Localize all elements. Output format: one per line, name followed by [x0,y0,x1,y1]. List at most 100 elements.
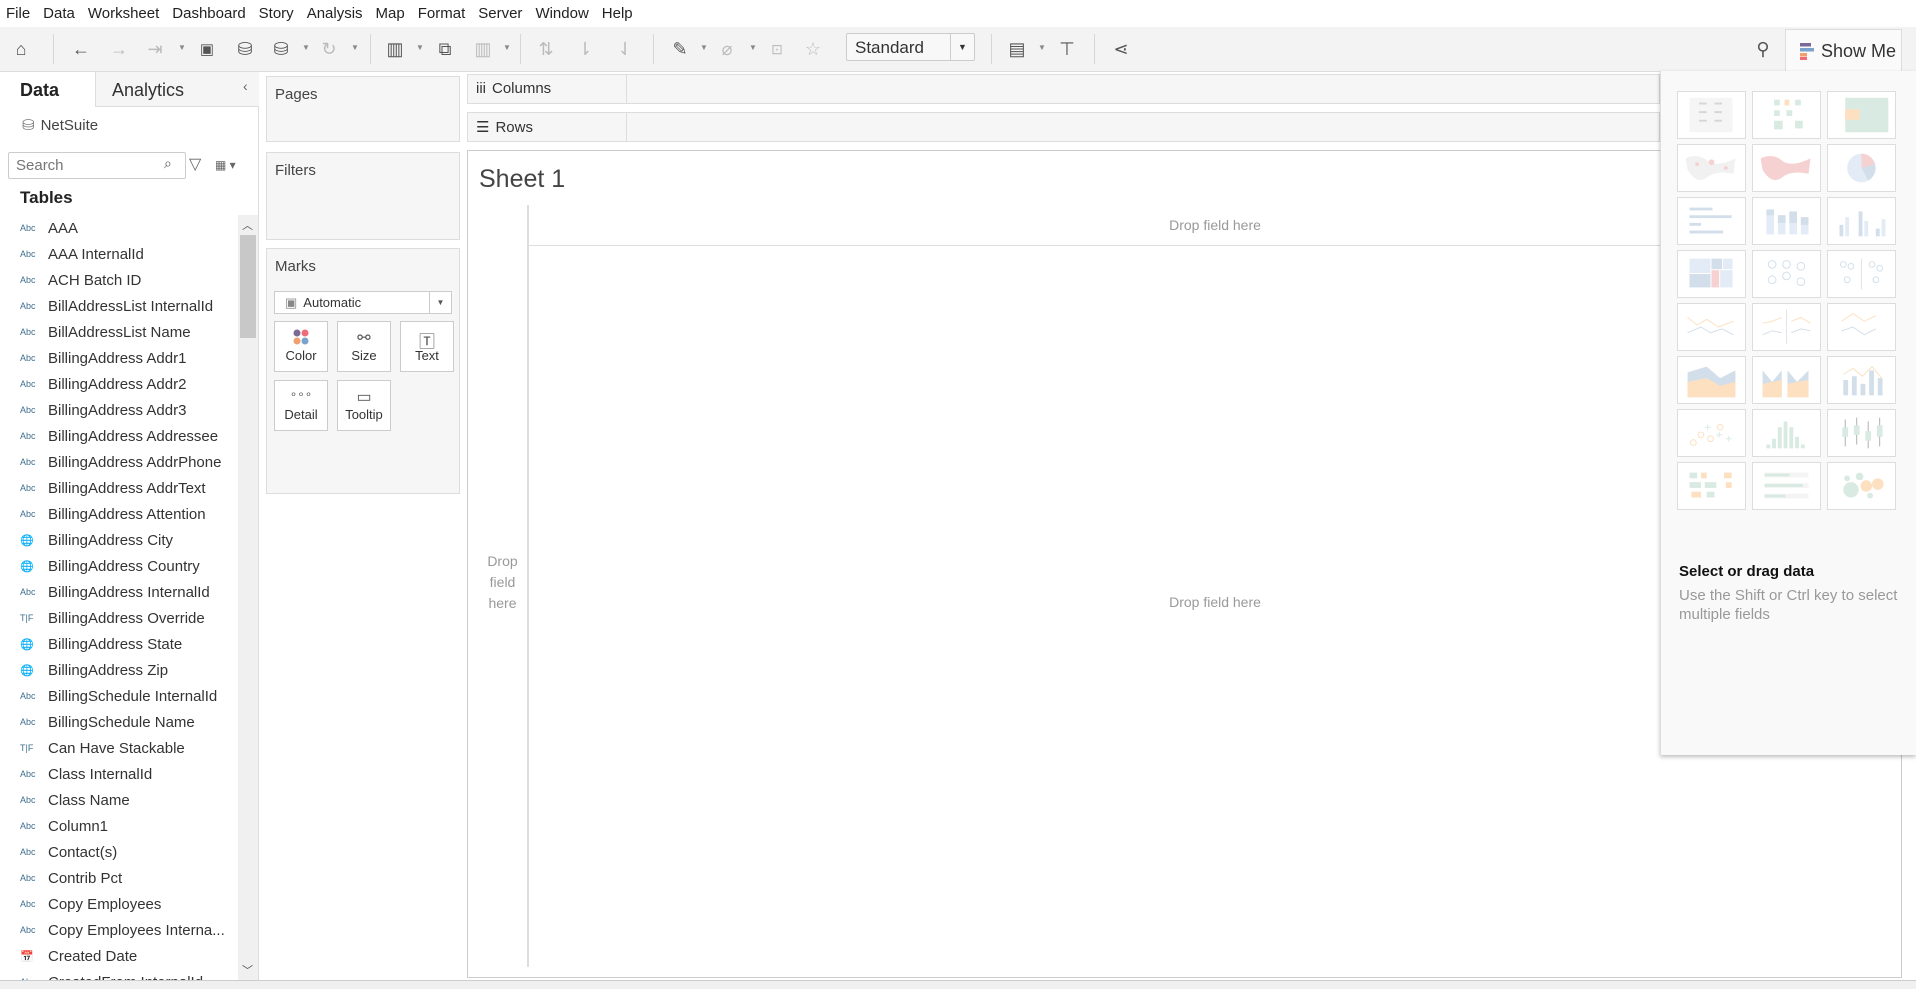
fix-axes-icon[interactable]: ☆ [800,35,826,63]
field-item[interactable]: 🌐BillingAddress State [0,631,238,657]
sort-ascending-icon[interactable]: ⇂ [572,35,598,63]
show-me-continuous-lines-icon[interactable] [1677,303,1746,351]
mark-type-select[interactable]: ▣Automatic▼ [274,291,452,314]
size-button[interactable]: ⚯Size [337,321,391,372]
field-item[interactable]: AbcAAA InternalId [0,241,238,267]
data-source[interactable]: ⛁NetSuite [22,116,98,134]
show-me-treemap-icon[interactable] [1677,250,1746,298]
rows-shelf[interactable]: ☰Rows [467,112,1660,142]
show-me-side-by-side-circles-icon[interactable] [1827,250,1896,298]
chevron-down-icon[interactable]: ▼ [429,292,451,313]
show-me-bullet-graph-icon[interactable] [1752,462,1821,510]
filters-card[interactable]: Filters [266,152,460,240]
show-me-highlight-table-icon[interactable] [1827,91,1896,139]
show-me-symbol-map-icon[interactable] [1677,144,1746,192]
rows-drop-zone[interactable]: Drop field here [478,205,528,967]
show-me-button[interactable]: Show Me [1785,29,1902,72]
field-item[interactable]: AbcBillingAddress AddrText [0,475,238,501]
chevron-down-icon[interactable]: ▼ [700,43,708,52]
redo-icon[interactable]: → [106,35,132,63]
menu-server[interactable]: Server [478,5,522,22]
menu-worksheet[interactable]: Worksheet [88,5,159,22]
home-icon[interactable]: ⌂ [8,35,34,63]
field-list-scrollbar[interactable]: ︿ ﹀ [238,215,258,980]
menu-data[interactable]: Data [43,5,75,22]
show-me-gantt-chart-icon[interactable] [1677,462,1746,510]
show-me-circle-views-icon[interactable] [1752,250,1821,298]
binoculars-icon[interactable]: ⚲ [1750,35,1776,63]
filter-icon[interactable]: ▽ [189,154,201,174]
field-item[interactable]: AbcBillAddressList InternalId [0,293,238,319]
menu-analysis[interactable]: Analysis [307,5,363,22]
menu-dashboard[interactable]: Dashboard [172,5,245,22]
show-me-scatter-plot-icon[interactable] [1677,409,1746,457]
search-input[interactable] [8,152,186,179]
field-item[interactable]: AbcBillingAddress InternalId [0,579,238,605]
field-item[interactable]: AbcCopy Employees Interna... [0,917,238,943]
scrollbar-thumb[interactable] [240,235,256,338]
field-item[interactable]: T|FBillingAddress Override [0,605,238,631]
menu-help[interactable]: Help [602,5,633,22]
pages-card[interactable]: Pages [266,76,460,142]
show-me-discrete-lines-icon[interactable] [1752,303,1821,351]
chevron-down-icon[interactable]: ▼ [1038,43,1046,52]
show-me-pie-chart-icon[interactable] [1827,144,1896,192]
field-item[interactable]: AbcCreatedFrom InternalId [0,969,238,980]
text-button[interactable]: 🅃Text [400,321,454,372]
show-me-box-and-whisker-icon[interactable] [1827,409,1896,457]
field-item[interactable]: 📅Created Date [0,943,238,969]
field-item[interactable]: AbcBillingAddress Addr3 [0,397,238,423]
field-item[interactable]: AbcCopy Employees [0,891,238,917]
show-cards-icon[interactable]: ▤ [1004,35,1030,63]
field-item[interactable]: AbcBillAddressList Name [0,319,238,345]
sheet-title[interactable]: Sheet 1 [479,165,565,194]
menu-map[interactable]: Map [376,5,405,22]
show-me-horizontal-bars-icon[interactable] [1677,197,1746,245]
field-item[interactable]: AbcACH Batch ID [0,267,238,293]
menu-file[interactable]: File [6,5,30,22]
presentation-mode-icon[interactable]: ⊤ [1054,35,1080,63]
tab-analytics[interactable]: Analytics [95,72,259,107]
scroll-down-icon[interactable]: ﹀ [242,962,253,978]
field-item[interactable]: AbcClass InternalId [0,761,238,787]
show-me-dual-combination-icon[interactable] [1827,356,1896,404]
field-item[interactable]: 🌐BillingAddress Zip [0,657,238,683]
chevron-down-icon[interactable]: ▼ [416,43,424,52]
columns-shelf[interactable]: iiiColumns [467,74,1660,104]
chevron-down-icon[interactable]: ▼ [749,43,757,52]
field-item[interactable]: T|FCan Have Stackable [0,735,238,761]
swap-icon[interactable]: ⇅ [533,35,559,63]
field-item[interactable]: AbcBillingAddress AddrPhone [0,449,238,475]
field-item[interactable]: AbcBillingSchedule InternalId [0,683,238,709]
sort-descending-icon[interactable]: ⇃ [612,35,638,63]
field-item[interactable]: AbcBillingSchedule Name [0,709,238,735]
menu-format[interactable]: Format [418,5,466,22]
field-item[interactable]: AbcContact(s) [0,839,238,865]
show-me-packed-bubbles-icon[interactable] [1827,462,1896,510]
tab-data[interactable]: Data [0,72,95,107]
chevron-down-icon[interactable]: ▼ [503,43,511,52]
undo-icon[interactable]: ← [68,35,94,63]
detail-button[interactable]: ∘∘∘Detail [274,380,328,431]
field-item[interactable]: 🌐BillingAddress City [0,527,238,553]
show-me-dual-lines-icon[interactable] [1827,303,1896,351]
show-me-stacked-bars-icon[interactable] [1752,197,1821,245]
menu-story[interactable]: Story [259,5,294,22]
chevron-down-icon[interactable]: ▼ [950,34,974,60]
share-icon[interactable]: ⋖ [1108,35,1134,63]
new-data-source-icon[interactable]: ⛁ [232,35,258,63]
color-button[interactable]: Color [274,321,328,372]
tooltip-button[interactable]: ▭Tooltip [337,380,391,431]
group-icon[interactable]: ⌀ [714,35,740,63]
field-item[interactable]: AbcContrib Pct [0,865,238,891]
show-me-histogram-icon[interactable] [1752,409,1821,457]
duplicate-sheet-icon[interactable]: ⧉ [432,35,458,63]
show-me-side-by-side-bars-icon[interactable] [1827,197,1896,245]
field-item[interactable]: AbcClass Name [0,787,238,813]
chevron-down-icon[interactable]: ▼ [178,43,186,52]
clear-sheet-icon[interactable]: ▥ [470,35,496,63]
chevron-down-icon[interactable]: ▼ [351,43,359,52]
field-item[interactable]: AbcBillingAddress Addr2 [0,371,238,397]
field-item[interactable]: AbcColumn1 [0,813,238,839]
show-me-heat-map-icon[interactable] [1752,91,1821,139]
